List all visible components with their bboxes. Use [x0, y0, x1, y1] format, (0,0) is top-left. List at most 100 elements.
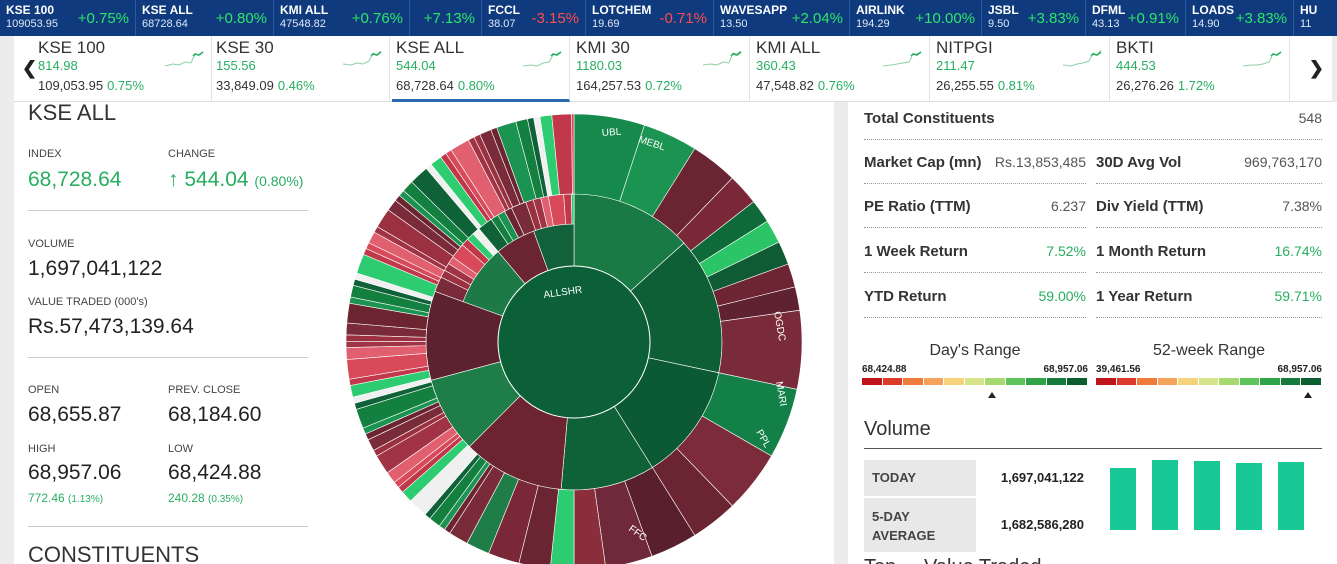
volume-5day-value: 1,682,586,280: [1000, 517, 1084, 532]
index-stats-panel: Total Constituents 548 Market Cap (mn) Rs…: [848, 102, 1337, 564]
volume-5day-label-line2: AVERAGE: [872, 528, 936, 543]
ticker-item[interactable]: HU 11: [1294, 0, 1337, 36]
ticker-change: +7.13%: [423, 10, 475, 27]
stat-value: 59.71%: [1274, 288, 1322, 304]
index-card-kmi-all[interactable]: KMI ALL 360.43 47,548.82 0.76%: [752, 36, 930, 102]
low-value: 68,424.88: [168, 461, 262, 484]
ticker-item[interactable]: DFML 43.13 +0.91%: [1086, 0, 1186, 36]
range-segment: [1005, 378, 1026, 385]
total-constituents-label: Total Constituents: [864, 110, 995, 127]
range-segment: [1096, 378, 1116, 385]
sparkline-chart: [343, 50, 382, 66]
sparkline-chart: [1063, 49, 1102, 67]
week52-range-high: 68,957.06: [1277, 364, 1323, 375]
high-label: HIGH: [28, 443, 56, 455]
stat-label: PE Ratio (TTM): [864, 198, 971, 215]
range-segment: [1280, 378, 1301, 385]
index-card-percent: 0.81%: [997, 78, 1035, 93]
index-card-percent: 0.46%: [277, 78, 315, 93]
index-card-percent: 0.80%: [457, 78, 495, 93]
stat-label: 1 Year Return: [1096, 288, 1193, 305]
industry-segment[interactable]: [571, 193, 575, 225]
ticker-item[interactable]: LOADS 14.90 +3.83%: [1186, 0, 1294, 36]
range-segment: [944, 378, 964, 385]
index-card-value: 68,728.64: [396, 78, 454, 93]
sector-sunburst-chart[interactable]: ALLSHRUBLMEBLOGDCMARIPPLFFC: [344, 112, 804, 564]
ticker-change: +10.00%: [915, 10, 975, 27]
index-card-value: 26,276.26: [1116, 78, 1174, 93]
volume-bar: [1236, 463, 1262, 530]
ticker-item[interactable]: KSE 100 109053.95 +0.75%: [0, 0, 136, 36]
days-range-bar: [862, 378, 1088, 385]
index-card-value: 26,255.55: [936, 78, 994, 93]
low-label: LOW: [168, 443, 194, 455]
ticker-item[interactable]: KSE ALL 68728.64 +0.80%: [136, 0, 274, 36]
index-card-value: 33,849.09: [216, 78, 274, 93]
index-value: 68,728.64: [28, 168, 122, 191]
ticker-item[interactable]: FCCL 38.07 -3.15%: [482, 0, 586, 36]
stat-label: Div Yield (TTM): [1096, 198, 1204, 215]
range-segment: [1239, 378, 1260, 385]
stat-value: 16.74%: [1274, 243, 1322, 259]
ticker-item[interactable]: JSBL 9.50 +3.83%: [982, 0, 1086, 36]
week52-range: 52-week Range 39,461.56 68,957.06: [1096, 342, 1323, 398]
days-range: Day's Range 68,424.88 68,957.06: [862, 342, 1089, 398]
volume-today-value: 1,697,041,122: [1000, 470, 1084, 485]
ticker-item[interactable]: KMI ALL 47548.82 +0.76%: [274, 0, 410, 36]
open-value: 68,655.87: [28, 403, 122, 426]
index-card-kse-100[interactable]: KSE 100 814.98 109,053.95 0.75%: [34, 36, 212, 102]
ticker-change: +0.76%: [351, 10, 403, 27]
ticker-item[interactable]: AIRLINK 194.29 +10.00%: [850, 0, 982, 36]
total-constituents-value: 548: [1298, 110, 1322, 126]
index-card-bkti[interactable]: BKTI 444.53 26,276.26 1.72%: [1112, 36, 1290, 102]
stat-row: 1 Week Return 7.52%: [864, 229, 1086, 273]
index-card-nitpgi[interactable]: NITPGI 211.47 26,255.55 0.81%: [932, 36, 1110, 102]
index-card-kse-30[interactable]: KSE 30 155.56 33,849.09 0.46%: [212, 36, 390, 102]
week52-range-bar: [1096, 378, 1322, 385]
page-title: KSE ALL: [28, 100, 117, 125]
sparkline-chart: [165, 51, 204, 67]
chevron-right-icon[interactable]: ❯: [1309, 58, 1324, 79]
top-value-traded-heading: Top ... Value Traded: [864, 556, 1042, 564]
total-constituents-row: Total Constituents 548: [864, 96, 1322, 140]
stat-value: 7.52%: [1046, 243, 1086, 259]
change-points: 544.04: [184, 168, 249, 191]
stat-row: YTD Return 59.00%: [864, 274, 1086, 318]
volume-5day-label-line1: 5-DAY: [872, 509, 910, 524]
ticker-item[interactable]: LOTCHEM 19.69 -0.71%: [586, 0, 714, 36]
stat-row: 1 Year Return 59.71%: [1096, 274, 1322, 318]
volume-bar: [1152, 460, 1178, 530]
high-value: 68,957.06: [28, 461, 122, 484]
volume-value: 1,697,041,122: [28, 257, 163, 280]
range-segment: [1067, 378, 1088, 385]
stat-label: 1 Month Return: [1096, 243, 1206, 260]
change-label: CHANGE: [168, 148, 216, 160]
range-segment: [1260, 378, 1280, 385]
ticker-change: -3.15%: [531, 10, 579, 27]
range-segment: [903, 378, 923, 385]
sparkline-chart: [1243, 51, 1282, 67]
stat-value: 969,763,170: [1244, 154, 1322, 170]
index-card-value: 47,548.82: [756, 78, 814, 93]
range-segment: [1026, 378, 1046, 385]
divider: [864, 448, 1322, 449]
index-card-percent: 1.72%: [1177, 78, 1215, 93]
stat-row: 30D Avg Vol 969,763,170: [1096, 140, 1322, 184]
days-range-high: 68,957.06: [1043, 364, 1089, 375]
range-segment: [1137, 378, 1157, 385]
ticker-change: +0.91%: [1127, 10, 1179, 27]
range-segment: [1046, 378, 1067, 385]
volume-5day-label: 5-DAY AVERAGE: [864, 498, 976, 552]
stat-value: Rs.13,853,485: [994, 154, 1086, 170]
index-card-percent: 0.75%: [107, 78, 144, 93]
ticker-item[interactable]: +7.13%: [410, 0, 482, 36]
ticker-item[interactable]: WAVESAPP 13.50 +2.04%: [714, 0, 850, 36]
sunburst-label: UBL: [601, 127, 622, 139]
index-card-kse-all[interactable]: KSE ALL 544.04 68,728.64 0.80%: [392, 36, 570, 102]
index-card-kmi-30[interactable]: KMI 30 1180.03 164,257.53 0.72%: [572, 36, 750, 102]
high-change-points: 772.46: [28, 491, 65, 505]
week52-range-low: 39,461.56: [1096, 364, 1141, 375]
low-change: 240.28 (0.35%): [168, 491, 243, 505]
ticker-change: +3.83%: [1235, 10, 1287, 27]
stat-label: 30D Avg Vol: [1096, 154, 1182, 171]
